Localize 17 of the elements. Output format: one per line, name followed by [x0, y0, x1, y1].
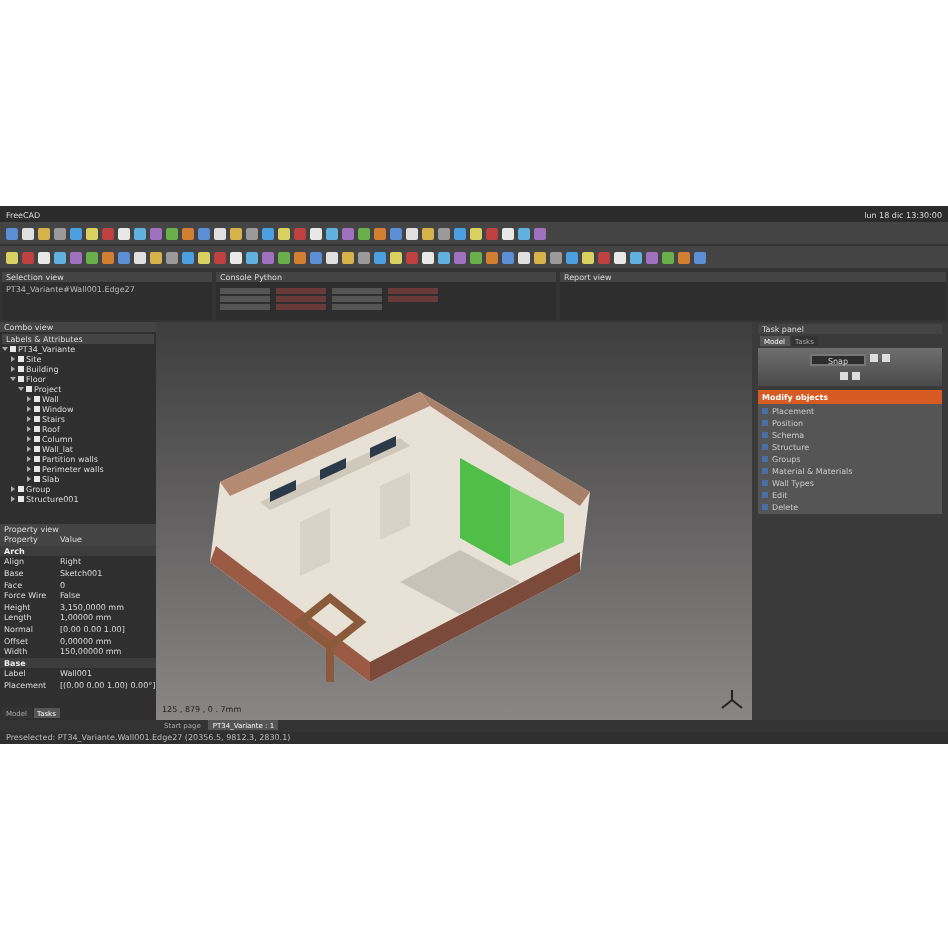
expander-icon[interactable]	[10, 495, 16, 503]
expander-icon[interactable]	[26, 465, 32, 473]
expander-icon[interactable]	[10, 365, 16, 373]
expander-icon[interactable]	[10, 355, 16, 363]
expander-icon[interactable]	[26, 435, 32, 443]
expander-icon[interactable]	[26, 415, 32, 423]
expander-icon[interactable]	[18, 385, 24, 393]
expander-icon[interactable]	[2, 345, 8, 353]
expander-icon[interactable]	[26, 405, 32, 413]
expander-icon[interactable]	[26, 445, 32, 453]
expander-icon[interactable]	[26, 475, 32, 483]
expander-icon[interactable]	[26, 395, 32, 403]
expander-icon[interactable]	[10, 485, 16, 493]
expander-icon[interactable]	[10, 375, 16, 383]
axis-icon	[720, 688, 744, 712]
expander-icon[interactable]	[26, 455, 32, 463]
expander-icon[interactable]	[26, 425, 32, 433]
